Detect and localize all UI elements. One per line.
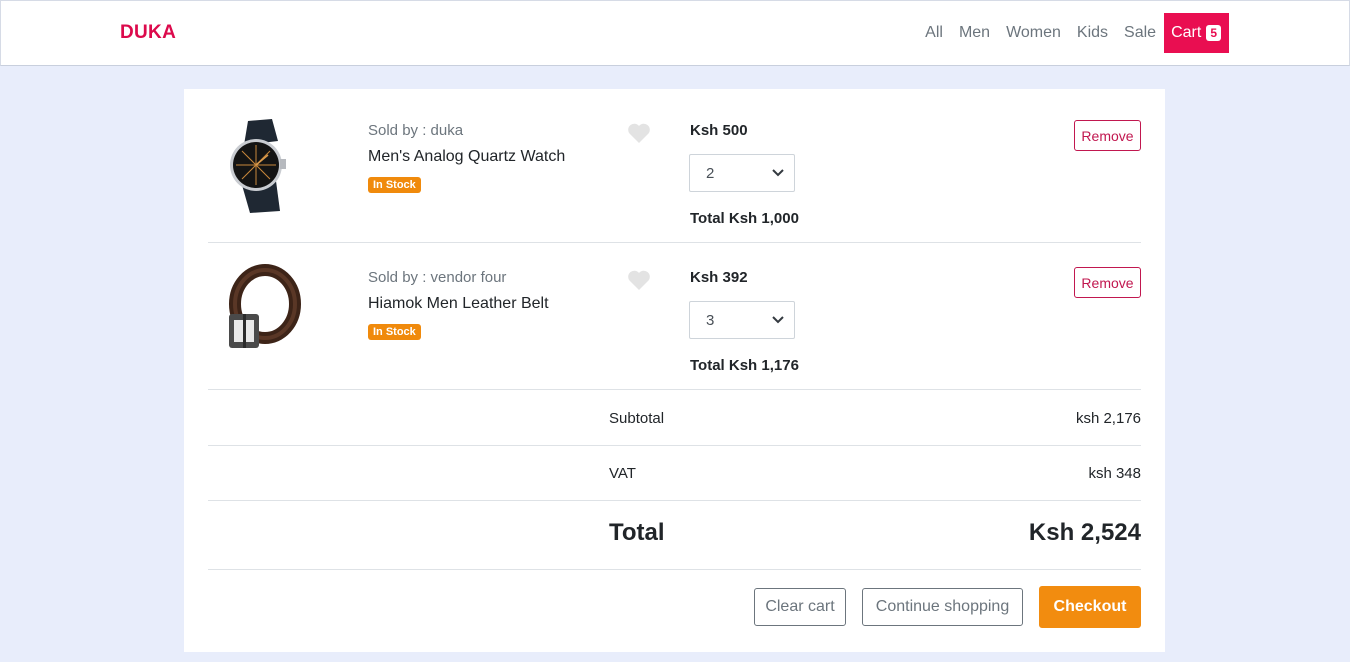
vat-row: VAT ksh 348 [208,446,1141,501]
quantity-value: 3 [706,311,715,329]
remove-button[interactable]: Remove [1074,120,1141,151]
cart-panel: Sold by : duka Men's Analog Quartz Watch… [184,89,1165,652]
nav-link-all[interactable]: All [917,13,951,53]
clear-cart-button[interactable]: Clear cart [754,588,846,626]
total-label: Total [609,519,665,546]
quantity-select[interactable]: 2 [689,154,795,192]
belt-image[interactable] [208,257,308,367]
nav-link-kids[interactable]: Kids [1069,13,1116,53]
nav-link-women[interactable]: Women [998,13,1069,53]
nav-links: All Men Women Kids Sale Cart 5 [917,13,1229,53]
quantity-value: 2 [706,164,715,182]
vat-value: ksh 348 [1088,465,1141,482]
total-row: Total Ksh 2,524 [208,501,1141,570]
item-seller: Sold by : duka [368,122,464,139]
cart-item: Sold by : vendor four Hiamok Men Leather… [208,243,1141,390]
quantity-select[interactable]: 3 [689,301,795,339]
item-unit-price: Ksh 392 [690,269,748,286]
continue-shopping-button[interactable]: Continue shopping [862,588,1023,626]
cart-item: Sold by : duka Men's Analog Quartz Watch… [208,96,1141,243]
watch-image[interactable] [208,110,308,220]
chevron-down-icon [772,169,784,177]
heart-icon[interactable] [627,269,651,291]
cart-label: Cart [1171,24,1202,41]
item-unit-price: Ksh 500 [690,122,748,139]
subtotal-row: Subtotal ksh 2,176 [208,391,1141,446]
chevron-down-icon [772,316,784,324]
checkout-button[interactable]: Checkout [1039,586,1141,628]
navbar: DUKA All Men Women Kids Sale Cart 5 [0,0,1350,66]
item-seller: Sold by : vendor four [368,269,507,286]
subtotal-value: ksh 2,176 [1075,410,1141,427]
item-name[interactable]: Hiamok Men Leather Belt [368,295,549,313]
item-line-total: Total Ksh 1,176 [690,357,799,374]
item-line-total: Total Ksh 1,000 [690,210,799,227]
remove-button[interactable]: Remove [1074,267,1141,298]
heart-icon[interactable] [627,122,651,144]
nav-link-men[interactable]: Men [951,13,998,53]
subtotal-label: Subtotal [609,410,665,427]
nav-cart-button[interactable]: Cart 5 [1164,13,1229,53]
vat-label: VAT [609,465,636,482]
item-name[interactable]: Men's Analog Quartz Watch [368,148,565,166]
total-value: Ksh 2,524 [1028,519,1141,546]
in-stock-badge: In Stock [368,177,421,193]
in-stock-badge: In Stock [368,324,421,340]
cart-count-badge: 5 [1206,25,1221,41]
nav-link-sale[interactable]: Sale [1116,13,1164,53]
brand-logo[interactable]: DUKA [120,22,176,44]
